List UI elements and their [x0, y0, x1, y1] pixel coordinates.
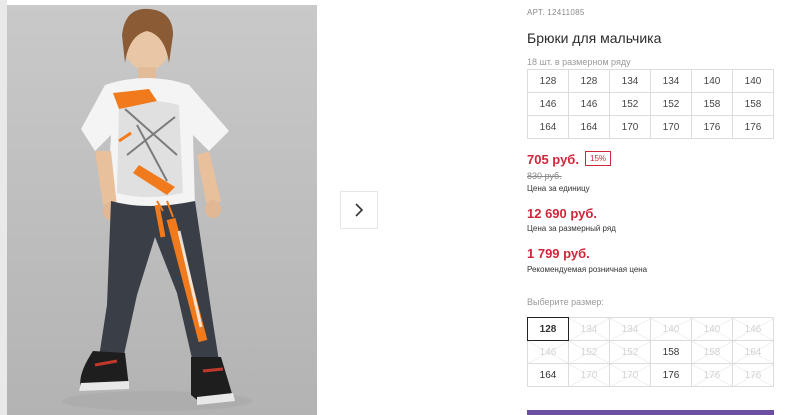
size-option: 152 — [568, 340, 610, 364]
size-row-cell: 146 — [527, 92, 569, 116]
size-row-cell: 164 — [527, 115, 569, 139]
product-photo[interactable] — [7, 5, 317, 415]
article-value: 12411085 — [547, 8, 585, 17]
size-row-cell: 170 — [650, 115, 692, 139]
old-price: 830 руб. — [527, 171, 562, 181]
add-to-cart-button[interactable] — [527, 410, 774, 415]
size-row-cell: 140 — [691, 69, 733, 93]
unit-price: 705 руб. — [527, 152, 579, 167]
size-row-note: 18 шт. в размерном ряду — [527, 57, 631, 67]
size-option: 152 — [609, 340, 651, 364]
size-option: 140 — [691, 317, 733, 341]
article-label: АРТ. — [527, 8, 545, 17]
size-row-cell: 176 — [732, 115, 774, 139]
chevron-right-icon — [355, 203, 364, 217]
size-picker-row: 146 152 152 158 158 164 — [527, 340, 774, 364]
size-row-table-row: 146 146 152 152 158 158 — [527, 92, 774, 116]
product-info-panel: АРТ. 12411085 Брюки для мальчика 18 шт. … — [527, 0, 800, 415]
size-row-cell: 164 — [568, 115, 610, 139]
size-row-cell: 128 — [568, 69, 610, 93]
product-title: Брюки для мальчика — [527, 30, 662, 46]
recommended-retail-price: 1 799 руб. — [527, 246, 590, 261]
size-row-cell: 158 — [732, 92, 774, 116]
discount-badge: 15% — [585, 151, 612, 166]
recommended-retail-price-label: Рекомендуемая розничная цена — [527, 265, 648, 274]
size-row-table-row: 128 128 134 134 140 140 — [527, 69, 774, 93]
size-picker-grid: 128 134 134 140 140 146 146 152 152 158 158 164 164 1… — [527, 317, 774, 387]
choose-size-label: Выберите размер: — [527, 297, 604, 307]
size-picker-row: 128 134 134 140 140 146 — [527, 317, 774, 341]
size-row-cell: 152 — [650, 92, 692, 116]
size-option[interactable]: 176 — [650, 363, 692, 387]
gallery-prev-thumb-edge[interactable] — [0, 0, 7, 415]
size-option[interactable]: 164 — [527, 363, 569, 387]
next-image-button[interactable] — [340, 191, 378, 229]
product-gallery — [0, 0, 505, 415]
size-option: 158 — [691, 340, 733, 364]
size-option: 146 — [732, 317, 774, 341]
size-picker-row: 164 170 170 176 176 176 — [527, 363, 774, 387]
size-option: 134 — [609, 317, 651, 341]
row-price: 12 690 руб. — [527, 206, 598, 221]
size-option: 170 — [568, 363, 610, 387]
size-row-cell: 128 — [527, 69, 569, 93]
size-row-cell: 176 — [691, 115, 733, 139]
size-row-cell: 170 — [609, 115, 651, 139]
size-row-cell: 158 — [691, 92, 733, 116]
size-option[interactable]: 158 — [650, 340, 692, 364]
size-row-table: 128 128 134 134 140 140 146 146 152 152 158 158 164 1… — [527, 69, 774, 139]
size-row-table-row: 164 164 170 170 176 176 — [527, 115, 774, 139]
size-row-cell: 134 — [609, 69, 651, 93]
row-price-label: Цена за размерный ряд — [527, 224, 616, 233]
size-row-cell: 152 — [609, 92, 651, 116]
unit-price-label: Цена за единицу — [527, 184, 590, 193]
size-row-cell: 140 — [732, 69, 774, 93]
size-option: 176 — [732, 363, 774, 387]
size-option: 170 — [609, 363, 651, 387]
article-number: АРТ. 12411085 — [527, 8, 585, 17]
size-option: 146 — [527, 340, 569, 364]
size-option: 134 — [568, 317, 610, 341]
size-row-cell: 134 — [650, 69, 692, 93]
size-row-cell: 146 — [568, 92, 610, 116]
boy-model-illustration — [62, 8, 252, 411]
size-option[interactable]: 128 — [527, 317, 569, 341]
size-option: 164 — [732, 340, 774, 364]
size-option: 140 — [650, 317, 692, 341]
size-option: 176 — [691, 363, 733, 387]
